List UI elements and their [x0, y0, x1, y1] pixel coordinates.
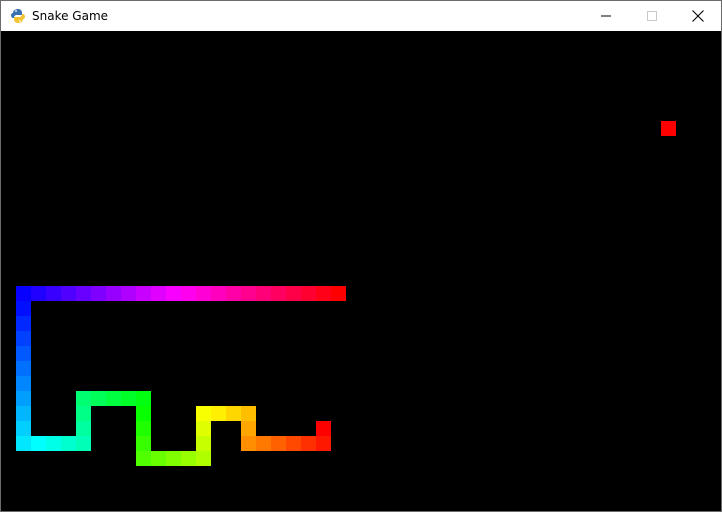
snake-segment — [271, 436, 286, 451]
snake-segment — [226, 406, 241, 421]
snake-segment — [136, 421, 151, 436]
snake-segment — [196, 421, 211, 436]
snake-segment — [286, 436, 301, 451]
snake-segment — [16, 436, 31, 451]
snake-segment — [166, 451, 181, 466]
snake-segment — [46, 436, 61, 451]
snake-segment — [136, 451, 151, 466]
snake-segment — [241, 436, 256, 451]
snake-segment — [76, 391, 91, 406]
maximize-button[interactable] — [629, 1, 675, 31]
snake-segment — [46, 286, 61, 301]
food-pellet — [661, 121, 676, 136]
snake-segment — [196, 436, 211, 451]
snake-segment — [61, 436, 76, 451]
snake-segment — [196, 286, 211, 301]
snake-segment — [241, 406, 256, 421]
snake-segment — [106, 286, 121, 301]
snake-segment — [16, 421, 31, 436]
snake-segment — [211, 286, 226, 301]
snake-segment — [91, 391, 106, 406]
snake-segment — [286, 286, 301, 301]
snake-segment — [151, 286, 166, 301]
window-controls — [583, 1, 721, 31]
snake-segment — [16, 286, 31, 301]
game-window: Snake Game — [0, 0, 722, 512]
snake-segment — [136, 436, 151, 451]
snake-segment — [16, 301, 31, 316]
snake-segment — [106, 391, 121, 406]
snake-segment — [211, 406, 226, 421]
snake-segment — [76, 421, 91, 436]
snake-segment — [316, 436, 331, 451]
snake-segment — [16, 376, 31, 391]
python-snake-icon — [10, 8, 26, 24]
snake-segment — [271, 286, 286, 301]
snake-segment — [256, 436, 271, 451]
close-button[interactable] — [675, 1, 721, 31]
snake-segment — [16, 316, 31, 331]
snake-segment — [181, 286, 196, 301]
game-canvas[interactable] — [1, 31, 721, 511]
snake-segment — [241, 421, 256, 436]
snake-segment — [196, 451, 211, 466]
snake-segment — [166, 286, 181, 301]
maximize-icon — [647, 11, 657, 21]
snake-segment — [301, 286, 316, 301]
snake-segment — [76, 436, 91, 451]
snake-segment — [31, 286, 46, 301]
snake-segment — [16, 346, 31, 361]
snake-segment — [256, 286, 271, 301]
snake-segment — [181, 451, 196, 466]
snake-segment — [121, 286, 136, 301]
snake-segment — [76, 406, 91, 421]
snake-segment — [16, 406, 31, 421]
snake-segment — [121, 391, 136, 406]
snake-segment — [31, 436, 46, 451]
snake-head — [316, 421, 331, 436]
snake-segment — [316, 286, 331, 301]
snake-segment — [226, 286, 241, 301]
window-title: Snake Game — [32, 9, 109, 23]
snake-segment — [331, 286, 346, 301]
snake-segment — [16, 361, 31, 376]
snake-segment — [91, 286, 106, 301]
snake-segment — [301, 436, 316, 451]
snake-segment — [76, 286, 91, 301]
snake-segment — [136, 286, 151, 301]
snake-segment — [196, 406, 211, 421]
snake-segment — [151, 451, 166, 466]
snake-segment — [136, 391, 151, 406]
minimize-button[interactable] — [583, 1, 629, 31]
title-bar[interactable]: Snake Game — [1, 1, 721, 31]
snake-segment — [136, 406, 151, 421]
snake-segment — [241, 286, 256, 301]
snake-segment — [16, 331, 31, 346]
snake-segment — [61, 286, 76, 301]
minimize-icon — [601, 15, 611, 17]
close-icon — [692, 10, 704, 22]
snake-segment — [16, 391, 31, 406]
